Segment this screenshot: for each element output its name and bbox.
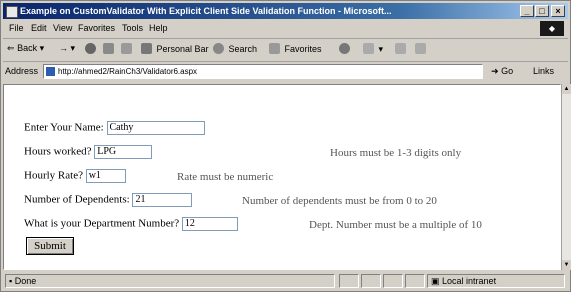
dept-row: What is your Department Number? 12	[24, 217, 238, 231]
status-cell-2	[361, 274, 381, 288]
dependents-error: Number of dependents must be from 0 to 2…	[242, 195, 437, 207]
dept-error: Dept. Number must be a multiple of 10	[309, 219, 482, 231]
favorites-icon	[269, 43, 280, 54]
dept-input[interactable]: 12	[181, 217, 238, 231]
rate-input[interactable]: w1	[85, 169, 126, 183]
back-button[interactable]: ⇐ Back ▾	[7, 43, 44, 54]
name-label: Enter Your Name:	[24, 121, 104, 134]
go-label: Go	[501, 66, 514, 76]
print-button[interactable]	[395, 43, 408, 54]
menu-file[interactable]: File	[9, 23, 24, 33]
go-arrow-icon: ➜	[491, 66, 499, 76]
home-icon	[121, 43, 132, 54]
rate-error: Rate must be numeric	[177, 171, 274, 183]
minimize-button[interactable]: _	[520, 5, 534, 17]
rate-label: Hourly Rate?	[24, 169, 83, 182]
intranet-icon: ▣	[431, 276, 440, 286]
status-bar: ▪ Done ▣ Local intranet	[3, 272, 568, 290]
address-input[interactable]: http://ahmed2/RainCh3/Validator6.aspx ▼	[43, 64, 483, 79]
status-text: Done	[14, 276, 37, 286]
scroll-up-icon[interactable]: ▲	[562, 84, 571, 94]
links-button[interactable]: Links	[533, 66, 554, 76]
edit-icon	[415, 43, 426, 54]
stop-button[interactable]	[85, 43, 98, 54]
history-button[interactable]	[339, 43, 352, 54]
dept-label: What is your Department Number?	[24, 217, 180, 230]
hours-row: Hours worked? LPG	[24, 145, 153, 159]
close-button[interactable]: ×	[551, 5, 565, 17]
forward-button[interactable]: → ▾	[59, 43, 75, 54]
page-content: Enter Your Name: Cathy Hours worked? LPG…	[3, 84, 561, 270]
menu-view[interactable]: View	[53, 23, 72, 33]
menu-favorites[interactable]: Favorites	[78, 23, 115, 33]
status-page-icon: ▪	[9, 276, 13, 286]
vertical-scrollbar[interactable]: ▲ ▼	[561, 84, 571, 270]
name-row: Enter Your Name: Cathy	[24, 121, 205, 135]
search-icon	[213, 43, 224, 54]
personal-bar-button[interactable]: Personal Bar	[141, 43, 209, 54]
menu-tools[interactable]: Tools	[122, 23, 143, 33]
address-url: http://ahmed2/RainCh3/Validator6.aspx	[58, 67, 198, 76]
status-cell-3	[383, 274, 403, 288]
dependents-input[interactable]: 21	[132, 193, 193, 207]
address-label: Address	[5, 66, 39, 76]
search-label: Search	[228, 44, 258, 54]
stop-icon	[85, 43, 96, 54]
hours-label: Hours worked?	[24, 145, 92, 158]
dependents-row: Number of Dependents: 21	[24, 193, 193, 207]
menu-edit[interactable]: Edit	[31, 23, 47, 33]
toolbar: ⇐ Back ▾ → ▾ Personal Bar Search Favorit…	[3, 39, 568, 62]
back-arrow-icon: ⇐	[7, 43, 15, 53]
browser-window: Example on CustomValidator With Explicit…	[0, 0, 571, 292]
scroll-down-icon[interactable]: ▼	[562, 260, 571, 270]
rate-row: Hourly Rate? w1	[24, 169, 126, 183]
status-cell-1	[339, 274, 359, 288]
ie-icon	[6, 6, 18, 18]
window-title: Example on CustomValidator With Explicit…	[20, 6, 392, 16]
go-button[interactable]: ➜ Go	[491, 66, 513, 77]
edit-button[interactable]	[415, 43, 428, 54]
status-cell-4	[405, 274, 425, 288]
refresh-button[interactable]	[103, 43, 116, 54]
favorites-button[interactable]: Favorites	[269, 43, 322, 54]
name-input[interactable]: Cathy	[106, 121, 205, 135]
status-text-cell: ▪ Done	[5, 274, 335, 288]
dependents-label: Number of Dependents:	[24, 193, 130, 206]
hours-input[interactable]: LPG	[94, 145, 153, 159]
personal-bar-icon	[141, 43, 152, 54]
maximize-button[interactable]: □	[535, 5, 549, 17]
mail-button[interactable]: ▾	[363, 43, 383, 55]
history-icon	[339, 43, 350, 54]
status-zone: Local intranet	[442, 276, 497, 286]
title-bar[interactable]: Example on CustomValidator With Explicit…	[3, 3, 568, 19]
mail-icon	[363, 43, 374, 54]
favorites-label: Favorites	[284, 44, 322, 54]
personal-bar-label: Personal Bar	[156, 44, 209, 54]
refresh-icon	[103, 43, 114, 54]
status-zone-cell: ▣ Local intranet	[427, 274, 565, 288]
hours-error: Hours must be 1-3 digits only	[330, 147, 462, 159]
print-icon	[395, 43, 406, 54]
menu-help[interactable]: Help	[149, 23, 168, 33]
address-bar: Address http://ahmed2/RainCh3/Validator6…	[3, 62, 568, 82]
page-icon	[46, 67, 55, 76]
search-button[interactable]: Search	[213, 43, 257, 54]
home-button[interactable]	[121, 43, 134, 54]
menu-bar: File Edit View Favorites Tools Help ◆	[3, 20, 568, 39]
windows-logo-icon: ◆	[540, 21, 564, 36]
submit-button[interactable]: Submit	[26, 237, 74, 255]
back-label: Back	[17, 43, 38, 53]
